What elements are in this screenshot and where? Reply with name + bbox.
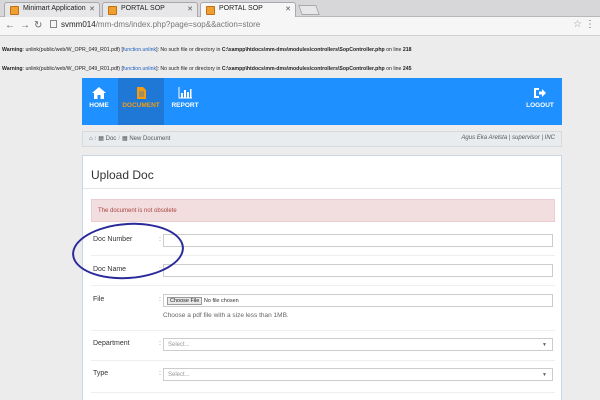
- department-select[interactable]: Select... ▼: [163, 338, 553, 351]
- function-link[interactable]: function.unlink: [123, 66, 156, 72]
- doc-number-input[interactable]: [163, 234, 553, 247]
- breadcrumb: ⌂ / ▦ Doc / ▦ New Document Agus Eka Arelsta …: [82, 131, 562, 147]
- favicon-icon: [206, 6, 215, 15]
- file-row: File : Choose File No file chosen Choose…: [91, 294, 555, 324]
- nav-logout[interactable]: LOGOUT: [522, 78, 558, 125]
- browser-tab-bar: Minimart Application ✕ PORTAL SOP ✕ PORT…: [0, 0, 600, 17]
- nav-home[interactable]: HOME: [82, 78, 116, 125]
- nav-report[interactable]: REPORT: [168, 78, 202, 125]
- function-link[interactable]: function.unlink: [123, 47, 156, 53]
- php-warning: Warning: unlink(public/web/W_OPR_049_R01…: [2, 47, 412, 53]
- divider: [83, 188, 561, 189]
- upload-panel: Upload Doc The document is not obsolete …: [82, 155, 562, 400]
- file-input[interactable]: Choose File No file chosen: [163, 294, 553, 307]
- select-placeholder: Select...: [168, 342, 190, 348]
- breadcrumb-item[interactable]: Doc: [106, 136, 117, 142]
- browser-tab-active[interactable]: PORTAL SOP ✕: [200, 2, 296, 17]
- field-label: Type: [93, 370, 109, 377]
- bar-chart-icon: [178, 87, 192, 99]
- favicon-icon: [108, 6, 117, 15]
- tab-label: Minimart Application: [23, 5, 86, 12]
- close-icon[interactable]: ✕: [187, 5, 193, 13]
- panel-title: Upload Doc: [91, 168, 154, 182]
- home-icon: [92, 87, 106, 99]
- file-status: No file chosen: [203, 298, 239, 304]
- php-warning: Warning: unlink(public/web/W_OPR_049_R01…: [2, 66, 412, 72]
- doc-name-input[interactable]: [163, 264, 553, 277]
- field-label: Department: [93, 340, 130, 347]
- department-row: Department : Select... ▼: [91, 338, 555, 352]
- forward-arrow-icon[interactable]: →: [20, 20, 30, 31]
- caret-down-icon: ▼: [542, 342, 547, 348]
- tab-label: PORTAL SOP: [219, 5, 263, 12]
- logout-icon: [534, 88, 546, 98]
- type-select[interactable]: Select... ▼: [163, 368, 553, 381]
- document-icon: [137, 87, 146, 99]
- choose-file-button[interactable]: Choose File: [167, 297, 203, 305]
- nav-label: HOME: [89, 102, 109, 109]
- menu-icon[interactable]: ⋮: [585, 19, 595, 30]
- browser-tab[interactable]: Minimart Application ✕: [4, 2, 100, 17]
- top-nav: HOME DOCUMENT REPORT LOGOUT: [82, 78, 562, 125]
- select-placeholder: Select...: [168, 372, 190, 378]
- file-help-text: Choose a pdf file with a size less than …: [163, 312, 289, 319]
- url-field[interactable]: svmm014/mm-dms/index.php?page=sop&&actio…: [50, 20, 260, 29]
- bookmark-star-icon[interactable]: ☆: [573, 19, 582, 30]
- page-content: Warning: unlink(public/web/W_OPR_049_R01…: [0, 37, 600, 400]
- nav-label: LOGOUT: [526, 102, 554, 109]
- error-alert: The document is not obsolete: [91, 199, 555, 222]
- nav-label: REPORT: [171, 102, 199, 109]
- caret-down-icon: ▼: [542, 372, 547, 378]
- address-bar: ← → ↻ svmm014/mm-dms/index.php?page=sop&…: [0, 17, 600, 36]
- url-path: /mm-dms/index.php?page=sop&&action=store: [95, 20, 261, 29]
- nav-label: DOCUMENT: [122, 102, 160, 109]
- divider: [91, 392, 555, 393]
- divider: [91, 360, 555, 361]
- back-arrow-icon[interactable]: ←: [5, 20, 15, 31]
- new-tab-button[interactable]: [298, 5, 320, 15]
- grid-icon: ▦: [121, 136, 128, 142]
- grid-icon: ▦: [98, 136, 104, 142]
- tab-label: PORTAL SOP: [121, 5, 165, 12]
- type-row: Type : Select... ▼: [91, 368, 555, 382]
- user-info: Agus Eka Arelsta | supervisor | INC: [461, 135, 555, 141]
- close-icon[interactable]: ✕: [89, 5, 95, 13]
- home-icon[interactable]: ⌂: [89, 136, 93, 142]
- page-icon: [50, 20, 57, 28]
- divider: [91, 285, 555, 286]
- nav-document[interactable]: DOCUMENT: [118, 78, 164, 125]
- url-host: svmm014: [61, 20, 96, 29]
- reload-icon[interactable]: ↻: [34, 20, 42, 31]
- field-label: File: [93, 296, 105, 303]
- browser-tab[interactable]: PORTAL SOP ✕: [102, 2, 198, 17]
- favicon-icon: [10, 6, 19, 15]
- breadcrumb-item: New Document: [129, 136, 171, 142]
- divider: [91, 330, 555, 331]
- close-icon[interactable]: ✕: [285, 5, 291, 13]
